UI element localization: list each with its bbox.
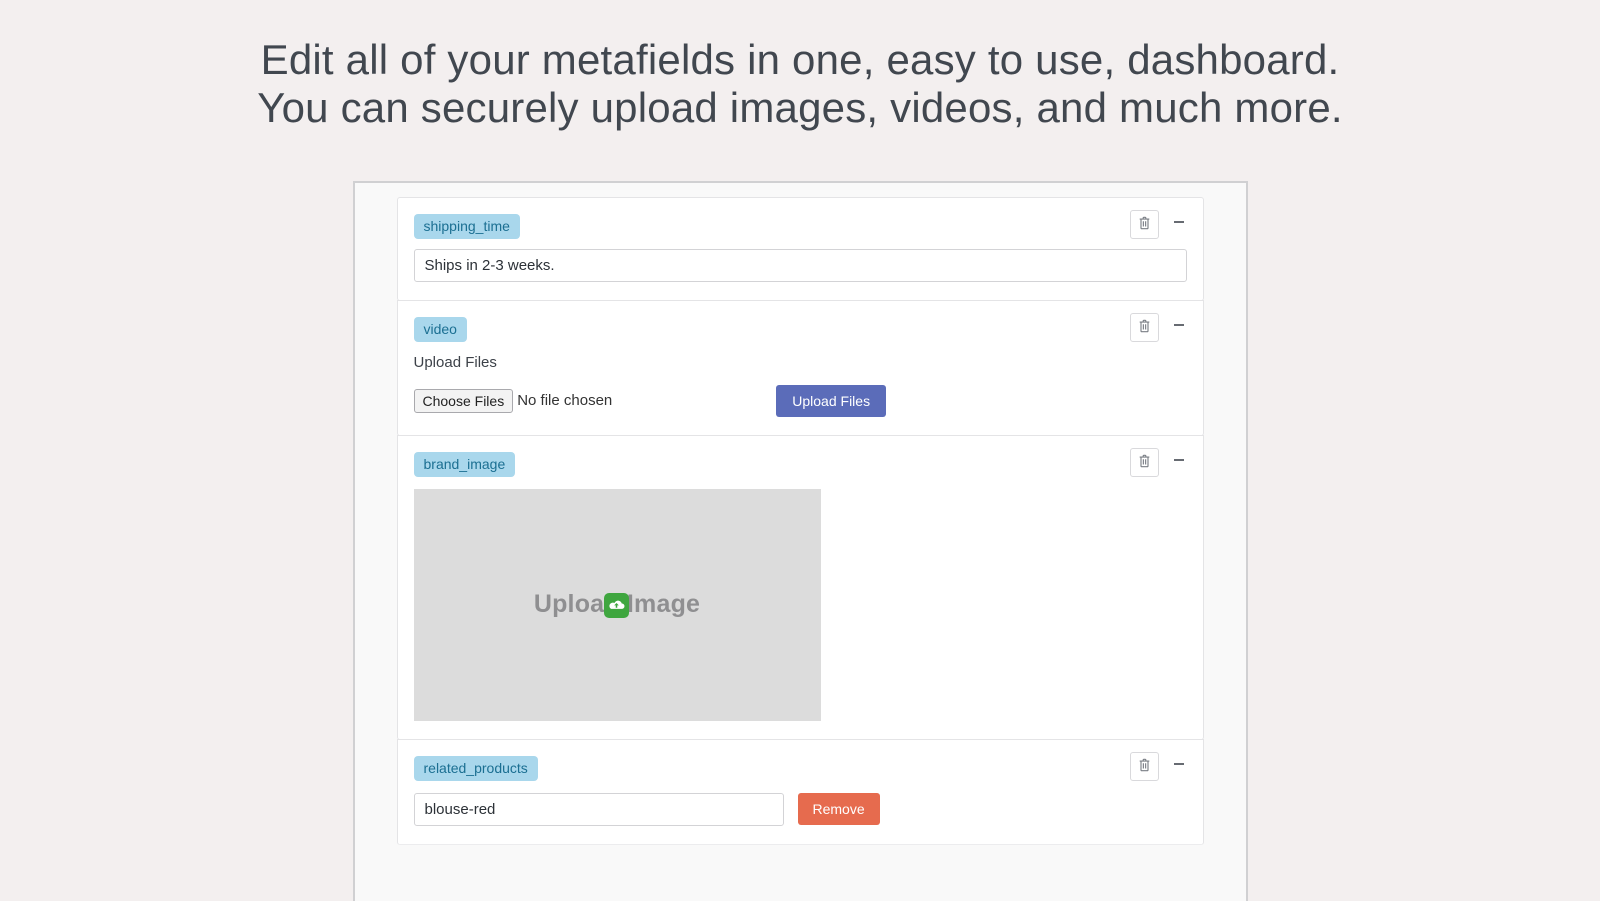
upload-files-button[interactable]: Upload Files bbox=[776, 385, 886, 417]
minus-icon bbox=[1173, 453, 1185, 471]
file-chooser-row: Choose Files No file chosen Upload Files bbox=[414, 385, 1187, 417]
trash-icon bbox=[1138, 454, 1151, 471]
related-product-input[interactable] bbox=[414, 793, 784, 826]
trash-icon bbox=[1138, 216, 1151, 233]
metafield-card-shipping-time: shipping_time bbox=[397, 197, 1204, 301]
metafields-panel: shipping_time video bbox=[353, 181, 1248, 901]
metafield-tag: video bbox=[414, 317, 467, 342]
image-upload-dropzone[interactable]: Upload Image bbox=[414, 489, 821, 721]
collapse-button[interactable] bbox=[1167, 316, 1191, 338]
shipping-time-input[interactable] bbox=[414, 249, 1187, 282]
trash-icon bbox=[1138, 758, 1151, 775]
trash-icon bbox=[1138, 319, 1151, 336]
minus-icon bbox=[1173, 318, 1185, 336]
delete-button[interactable] bbox=[1130, 752, 1159, 781]
metafield-card-related-products: related_products Remove bbox=[397, 739, 1204, 845]
delete-button[interactable] bbox=[1130, 448, 1159, 477]
collapse-button[interactable] bbox=[1167, 451, 1191, 473]
metafield-tag: shipping_time bbox=[414, 214, 520, 239]
metafield-card-video: video Upload Files Choose Files No file … bbox=[397, 300, 1204, 436]
heading-line-1: Edit all of your metafields in one, easy… bbox=[0, 36, 1600, 84]
minus-icon bbox=[1173, 215, 1185, 233]
no-file-chosen-text: No file chosen bbox=[517, 392, 612, 409]
delete-button[interactable] bbox=[1130, 210, 1159, 239]
related-product-row: Remove bbox=[414, 793, 1187, 826]
delete-button[interactable] bbox=[1130, 313, 1159, 342]
heading-line-2: You can securely upload images, videos, … bbox=[0, 84, 1600, 132]
page-heading: Edit all of your metafields in one, easy… bbox=[0, 0, 1600, 133]
remove-button[interactable]: Remove bbox=[798, 793, 880, 825]
choose-files-button[interactable]: Choose Files bbox=[414, 389, 514, 413]
collapse-button[interactable] bbox=[1167, 213, 1191, 235]
cloud-upload-icon bbox=[604, 593, 629, 618]
metafield-tag: related_products bbox=[414, 756, 538, 781]
metafield-tag: brand_image bbox=[414, 452, 516, 477]
upload-files-label: Upload Files bbox=[414, 354, 1187, 371]
minus-icon bbox=[1173, 757, 1185, 775]
collapse-button[interactable] bbox=[1167, 755, 1191, 777]
metafield-card-brand-image: brand_image Upload Image bbox=[397, 435, 1204, 740]
